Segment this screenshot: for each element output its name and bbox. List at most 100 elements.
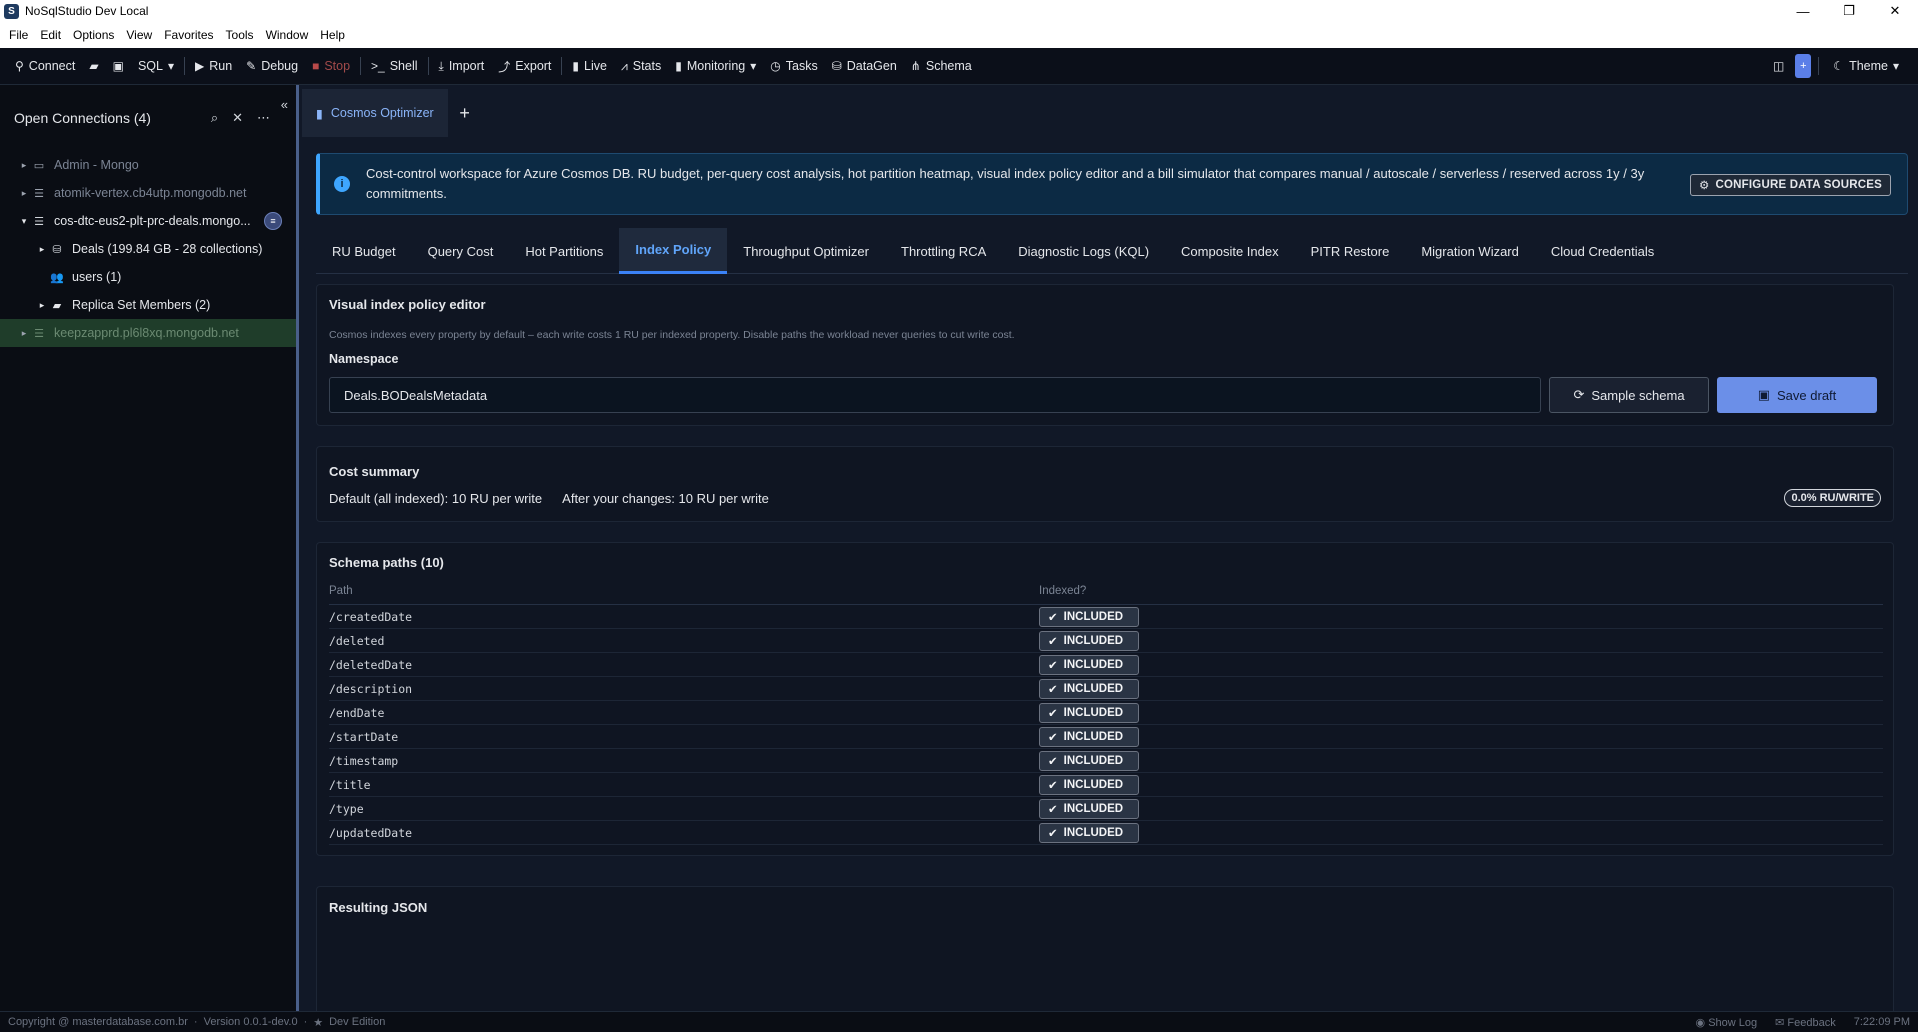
- included-toggle[interactable]: ✔ INCLUDED: [1039, 606, 1139, 627]
- minimize-button[interactable]: —: [1780, 0, 1826, 22]
- database-item[interactable]: ▸ ⛁ Deals (199.84 GB - 28 collections): [0, 235, 296, 263]
- caret-right-icon[interactable]: ▸: [18, 160, 30, 171]
- theme-dropdown[interactable]: ☾ Theme ▾: [1826, 53, 1906, 79]
- show-log-button[interactable]: ◉ Show Log: [1696, 1016, 1758, 1029]
- stop-button[interactable]: ■ Stop: [305, 53, 357, 79]
- replica-set-item[interactable]: ▸ ▰ Replica Set Members (2): [0, 291, 296, 319]
- shell-button[interactable]: >_ Shell: [364, 53, 424, 79]
- included-toggle[interactable]: ✔ INCLUDED: [1039, 654, 1139, 675]
- run-button[interactable]: ▶ Run: [188, 53, 239, 79]
- path-cell: /endDate: [329, 705, 385, 720]
- schema-button[interactable]: ⋔ Schema: [904, 53, 979, 79]
- included-toggle[interactable]: ✔ INCLUDED: [1039, 774, 1139, 795]
- save-icon: ▣: [112, 59, 124, 73]
- included-toggle[interactable]: ✔ INCLUDED: [1039, 798, 1139, 819]
- tab-cloud-credentials[interactable]: Cloud Credentials: [1535, 228, 1670, 274]
- tab-query-cost[interactable]: Query Cost: [412, 228, 510, 274]
- caret-right-icon[interactable]: ▸: [18, 328, 30, 339]
- included-toggle[interactable]: ✔ INCLUDED: [1039, 702, 1139, 723]
- caret-down-icon[interactable]: ▾: [18, 216, 30, 227]
- monitoring-dropdown[interactable]: ▮ Monitoring ▾: [668, 53, 763, 79]
- export-button[interactable]: ⤴ Export: [491, 53, 558, 79]
- namespace-input[interactable]: Deals.BODealsMetadata: [329, 377, 1541, 413]
- close-button[interactable]: ✕: [1872, 0, 1918, 22]
- table-row: /type ✔ INCLUDED: [329, 797, 1883, 821]
- optimizer-content: i Cost-control workspace for Azure Cosmo…: [316, 153, 1908, 1011]
- collapse-sidebar-icon[interactable]: «: [281, 97, 288, 112]
- indexed-cell: ✔ INCLUDED: [1039, 606, 1139, 627]
- connection-label: Admin - Mongo: [54, 158, 139, 172]
- import-icon: ⤓: [438, 58, 444, 73]
- export-label: Export: [515, 59, 552, 73]
- clear-icon[interactable]: ✕: [232, 110, 243, 126]
- save-button[interactable]: ▣: [106, 53, 131, 79]
- new-window-button[interactable]: +: [1795, 54, 1812, 78]
- tab-composite-index[interactable]: Composite Index: [1165, 228, 1295, 274]
- tab-hot-partitions[interactable]: Hot Partitions: [509, 228, 619, 274]
- users-item[interactable]: 👥 users (1): [0, 263, 296, 291]
- sample-schema-button[interactable]: ⟳ Sample schema: [1549, 377, 1709, 413]
- datagen-label: DataGen: [846, 59, 897, 73]
- tab-migration-wizard[interactable]: Migration Wizard: [1405, 228, 1535, 274]
- search-icon[interactable]: ⌕: [211, 110, 218, 126]
- caret-down-icon: ▾: [750, 59, 757, 73]
- included-toggle[interactable]: ✔ INCLUDED: [1039, 726, 1139, 747]
- sql-dropdown[interactable]: SQL ▾: [131, 53, 181, 79]
- save-draft-label: Save draft: [1777, 387, 1837, 403]
- save-icon: ▣: [1757, 387, 1771, 402]
- tab-label: Cosmos Optimizer: [330, 106, 434, 120]
- path-column-header: Path: [329, 585, 353, 597]
- check-icon: ✔: [1048, 707, 1058, 720]
- maximize-button[interactable]: ❐: [1826, 0, 1872, 22]
- included-toggle[interactable]: ✔ INCLUDED: [1039, 678, 1139, 699]
- default-cost-text: Default (all indexed): 10 RU per write: [329, 491, 543, 506]
- add-tab-button[interactable]: +: [448, 89, 482, 137]
- theme-label: Theme: [1849, 59, 1888, 73]
- live-button[interactable]: ▮ Live: [565, 53, 614, 79]
- export-icon: ⤴: [498, 59, 511, 74]
- caret-right-icon[interactable]: ▸: [36, 244, 48, 255]
- save-draft-button[interactable]: ▣ Save draft: [1717, 377, 1877, 413]
- debug-button[interactable]: ✎ Debug: [239, 53, 305, 79]
- tab-pitr-restore[interactable]: PITR Restore: [1295, 228, 1406, 274]
- menu-window[interactable]: Window: [260, 28, 315, 42]
- menu-file[interactable]: File: [3, 28, 34, 42]
- menu-options[interactable]: Options: [67, 28, 120, 42]
- menu-view[interactable]: View: [120, 28, 158, 42]
- caret-right-icon[interactable]: ▸: [18, 188, 30, 199]
- run-label: Run: [209, 59, 233, 73]
- tab-index-policy[interactable]: Index Policy: [619, 228, 728, 274]
- import-button[interactable]: ⤓ Import: [432, 53, 492, 79]
- open-folder-button[interactable]: ▰: [82, 53, 105, 79]
- tasks-label: Tasks: [785, 59, 818, 73]
- included-toggle[interactable]: ✔ INCLUDED: [1039, 822, 1139, 843]
- tab-throughput-optimizer[interactable]: Throughput Optimizer: [727, 228, 885, 274]
- tab-diagnostic-logs[interactable]: Diagnostic Logs (KQL): [1002, 228, 1165, 274]
- monitoring-label: Monitoring: [686, 59, 746, 73]
- tab-cosmos-optimizer[interactable]: ▮ Cosmos Optimizer: [302, 89, 448, 137]
- included-toggle[interactable]: ✔ INCLUDED: [1039, 750, 1139, 771]
- caret-right-icon[interactable]: ▸: [36, 300, 48, 311]
- stats-button[interactable]: ⩘ Stats: [614, 53, 668, 79]
- configure-data-sources-button[interactable]: ⚙ CONFIGURE DATA SOURCES: [1690, 174, 1891, 196]
- connect-button[interactable]: ⚲ Connect: [8, 53, 82, 79]
- stop-label: Stop: [324, 59, 351, 73]
- indexed-cell: ✔ INCLUDED: [1039, 654, 1139, 675]
- layout-toggle-button[interactable]: ◫: [1766, 53, 1791, 79]
- more-icon[interactable]: ⋯: [257, 110, 270, 126]
- connection-item[interactable]: ▸ ☰ atomik-vertex.cb4utp.mongodb.net: [0, 179, 296, 207]
- toolbar: ⚲ Connect ▰ ▣ SQL ▾ ▶ Run ✎ Debug ■ Stop >_ Sh…: [0, 48, 1918, 85]
- menu-favorites[interactable]: Favorites: [158, 28, 219, 42]
- connection-item[interactable]: ▾ ☰ cos-dtc-eus2-plt-prc-deals.mongo... …: [0, 207, 296, 235]
- tasks-button[interactable]: ◷ Tasks: [763, 53, 824, 79]
- tab-throttling-rca[interactable]: Throttling RCA: [885, 228, 1002, 274]
- menu-tools[interactable]: Tools: [220, 28, 260, 42]
- tab-ru-budget[interactable]: RU Budget: [316, 228, 412, 274]
- included-toggle[interactable]: ✔ INCLUDED: [1039, 630, 1139, 651]
- datagen-button[interactable]: ⛁ DataGen: [825, 53, 904, 79]
- connection-item[interactable]: ▸ ▭ Admin - Mongo: [0, 151, 296, 179]
- feedback-button[interactable]: ✉ Feedback: [1775, 1016, 1836, 1029]
- menu-help[interactable]: Help: [314, 28, 351, 42]
- menu-edit[interactable]: Edit: [34, 28, 67, 42]
- connection-item[interactable]: ▸ ☰ keepzapprd.pl6l8xq.mongodb.net: [0, 319, 296, 347]
